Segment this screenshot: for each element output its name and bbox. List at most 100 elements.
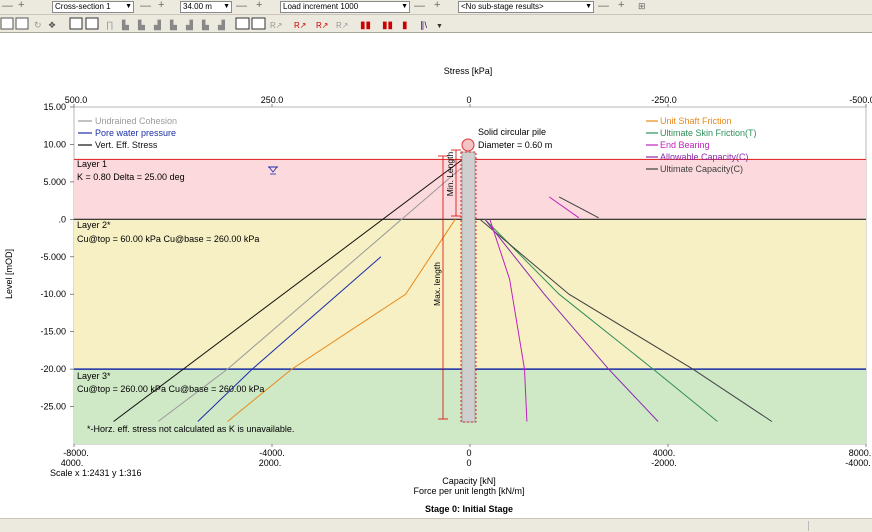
chart-r1-icon[interactable] [235,17,250,30]
reload-icon[interactable]: ↻ [34,20,42,30]
top-tick-label: 500.0 [65,95,88,105]
minus-icon[interactable]: — [414,0,425,13]
chevron-down-icon: ▼ [585,3,592,10]
top-tick-label: -500.0 [849,95,872,105]
chart-r2-icon[interactable] [251,17,266,30]
chevron-down-icon: ▼ [401,3,408,10]
bottom-tick-label: 4000. [653,448,676,458]
max-length-label: Max. length [432,262,442,306]
load-increment-value: Load increment 1000 [283,2,359,11]
scale-text: Scale x 1:2431 y 1:316 [50,468,142,478]
bottom-tick-label: 0 [466,448,471,458]
pile-shaft [461,151,476,423]
toolbar-top: — + Cross-section 1 ▼ — + 34.00 m ▼ — + … [0,0,872,15]
minus-icon[interactable]: — [140,0,151,13]
note-text: *-Horz. eff. stress not calculated as K … [87,424,294,434]
chart-red2-icon[interactable]: R↗ [316,21,328,30]
y-tick-label: -20.00 [40,364,66,374]
bottom-tick-label: 2000. [259,458,282,468]
bar-icon[interactable]: ▙ [169,19,178,31]
plus-icon[interactable]: + [434,0,440,12]
plus-icon[interactable]: + [18,0,24,12]
bottom-tick-label: 8000. [849,448,872,458]
layer-desc: Cu@top = 260.00 kPa Cu@base = 260.00 kPa [77,384,264,394]
layer-desc: K = 0.80 Delta = 25.00 deg [77,172,185,182]
chevron-down-icon: ▼ [125,3,132,10]
chart-r3-icon[interactable]: R↗ [270,21,282,30]
force-axis-label: Force per unit length [kN/m] [413,486,524,496]
legend-label: Allowable Capacity(C) [660,152,749,162]
minus-icon[interactable]: — [236,0,247,13]
chart-red1-icon[interactable]: R↗ [294,21,306,30]
top-tick-label: -250.0 [651,95,677,105]
substage-value: <No sub-stage results> [461,2,544,11]
bar-icon[interactable]: ▙ [137,19,146,31]
pile-capacity-chart: Stress [kPa] 500.0 250.0 0 -250.0 -500.0… [4,66,872,514]
plus-icon[interactable]: + [618,0,624,12]
y-tick-label: -5.000 [40,252,66,262]
cross-section-value: Cross-section 1 [55,2,111,11]
status-panel [808,521,832,531]
legend-label: Vert. Eff. Stress [95,140,158,150]
pile-view-icon[interactable] [85,17,99,30]
layer-name: Layer 3* [77,371,111,381]
legend-label: Ultimate Capacity(C) [660,164,743,174]
layer-name: Layer 1 [77,159,107,169]
y-tick-label: 10.00 [43,139,66,149]
chevron-down-icon[interactable]: ▼ [436,23,443,30]
lines-icon[interactable]: ∥\ [420,20,428,30]
bars-red-icon[interactable]: ▮▮ [360,20,371,31]
y-tick-label: .0 [58,214,66,224]
legend-label: End Bearing [660,140,710,150]
bar-red-icon[interactable]: ▮ [402,20,408,31]
window-icon[interactable] [0,17,14,30]
pile-type-label: Solid circular pile [478,127,546,137]
bottom-tick-label: 4000. [61,458,84,468]
status-bar [0,518,872,532]
bar-icon[interactable]: ▙ [201,19,210,31]
stage-title: Stage 0: Initial Stage [425,504,513,514]
pile-grey-icon[interactable]: ∏ [106,20,113,31]
top-tick-label: 0 [466,95,471,105]
layer-desc: Cu@top = 60.00 kPa Cu@base = 260.00 kPa [77,234,259,244]
toolbar-icon-strip: ↻ ❖ ∏ ▙ ▙ ▟ ▙ ▟ ▙ ▟ R↗ R↗ R↗ R↗ ▮▮ ▮▮ ▮ … [0,17,443,31]
bar-icon[interactable]: ▟ [217,19,226,31]
bar-icon[interactable]: ▟ [153,19,162,31]
minus-icon[interactable]: — [598,0,609,13]
chart-grey-icon[interactable]: R↗ [336,21,348,30]
bar-icon[interactable]: ▟ [185,19,194,31]
layout-icon[interactable] [15,17,29,30]
bottom-tick-label: -2000. [651,458,677,468]
plus-icon[interactable]: + [256,0,262,12]
y-tick-labels: 15.00 10.00 5.000 .0 -5.000 -10.00 -15.00 -20.0… [40,102,66,412]
refresh-view-icon[interactable] [69,17,83,30]
y-tick-label: 15.00 [43,102,66,112]
pile-diameter-label: Diameter = 0.60 m [478,140,552,150]
bottom-tick-label: -4000. [259,448,285,458]
legend-label: Unit Shaft Friction [660,116,732,126]
grid-icon[interactable]: ⊞ [638,0,646,13]
y-tick-label: -10.00 [40,289,66,299]
y-tick-label: -15.00 [40,327,66,337]
chevron-down-icon: ▼ [223,3,230,10]
bottom-tick-label: -4000. [845,458,871,468]
cross-section-select[interactable]: Cross-section 1 ▼ [52,1,134,13]
load-increment-select[interactable]: Load increment 1000 ▼ [280,1,410,13]
min-length-label: Min. Length [445,152,455,197]
layer-name: Layer 2* [77,220,111,230]
substage-select[interactable]: <No sub-stage results> ▼ [458,1,594,13]
bar-icon[interactable]: ▙ [121,19,130,31]
level-axis-label: Level [mOD] [4,249,14,299]
bottom-tick-label: -8000. [63,448,89,458]
bars-red2-icon[interactable]: ▮▮ [382,20,393,31]
y-tick-label: 5.000 [43,177,66,187]
top-tick-label: 250.0 [261,95,284,105]
filter-icon[interactable]: ❖ [48,20,56,30]
stress-axis-label: Stress [kPa] [444,66,493,76]
length-value: 34.00 m [183,2,212,11]
length-stepper[interactable]: 34.00 m ▼ [180,1,232,13]
pile-head-icon [461,138,475,152]
minus-icon[interactable]: — [2,0,13,13]
plus-icon[interactable]: + [158,0,164,12]
bottom-tick-label: 0 [466,458,471,468]
